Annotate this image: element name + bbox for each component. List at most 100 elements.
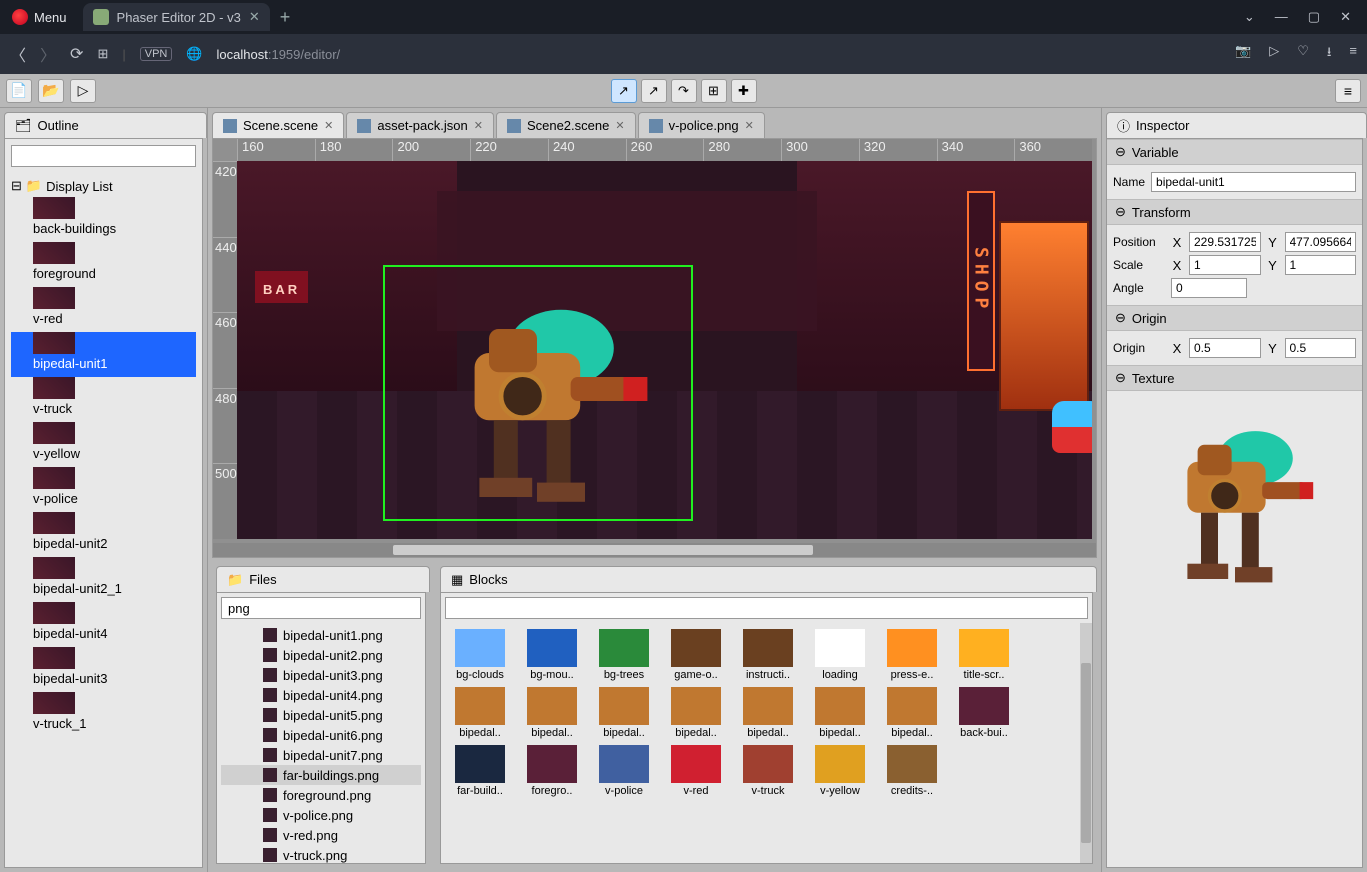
play-button[interactable]: ▷ [70,79,96,103]
heart-icon[interactable]: ♡ [1297,43,1309,65]
close-tab-icon[interactable]: ✕ [324,119,333,132]
snapshot-icon[interactable]: 📷 [1235,43,1251,65]
section-texture-head[interactable]: ⊖Texture [1107,365,1362,391]
outline-item-bipedal-unit2[interactable]: bipedal-unit2 [11,512,196,557]
tab-close-icon[interactable]: ✕ [249,9,260,25]
section-transform-head[interactable]: ⊖Transform [1107,199,1362,225]
menu-button[interactable]: ≡ [1335,79,1361,103]
block-item[interactable]: v-red [663,745,729,797]
forward-button[interactable]: 〉 [40,42,56,66]
file-row[interactable]: bipedal-unit5.png [221,705,421,725]
position-y-input[interactable] [1285,232,1357,252]
block-item[interactable]: bipedal.. [447,687,513,739]
outline-item-v-truck_1[interactable]: v-truck_1 [11,692,196,737]
reload-button[interactable]: ⟳ [70,44,83,64]
outline-item-bipedal-unit1[interactable]: bipedal-unit1 [11,332,196,377]
outline-item-bipedal-unit4[interactable]: bipedal-unit4 [11,602,196,647]
canvas-hscrollbar[interactable] [213,543,1096,557]
file-row[interactable]: v-police.png [221,805,421,825]
block-item[interactable]: v-yellow [807,745,873,797]
translate-tool-button[interactable]: ↗ [611,79,637,103]
rotate-tool-button[interactable]: ↷ [671,79,697,103]
outline-search-input[interactable] [11,145,196,167]
easy-setup-icon[interactable]: ≡ [1349,43,1357,65]
address-bar[interactable]: localhost:1959/editor/ [217,46,341,63]
file-row[interactable]: far-buildings.png [221,765,421,785]
outline-item-v-truck[interactable]: v-truck [11,377,196,422]
outline-item-v-yellow[interactable]: v-yellow [11,422,196,467]
position-x-input[interactable] [1189,232,1261,252]
resize-tool-button[interactable]: ✚ [731,79,757,103]
file-row[interactable]: bipedal-unit4.png [221,685,421,705]
bipedal-unit1-sprite[interactable] [407,281,667,521]
angle-input[interactable] [1171,278,1247,298]
blocks-vscroll[interactable] [1080,623,1092,863]
block-item[interactable]: bipedal.. [735,687,801,739]
close-tab-icon[interactable]: ✕ [615,119,624,132]
outline-tab[interactable]: 🗂 Outline [4,112,207,138]
workspace-icon[interactable]: ⌄ [1244,9,1255,25]
outline-item-bipedal-unit2_1[interactable]: bipedal-unit2_1 [11,557,196,602]
file-row[interactable]: bipedal-unit1.png [221,625,421,645]
file-row[interactable]: bipedal-unit6.png [221,725,421,745]
outline-item-v-red[interactable]: v-red [11,287,196,332]
editor-tab-asset-pack.json[interactable]: asset-pack.json✕ [346,112,494,138]
block-item[interactable]: v-police [591,745,657,797]
browser-menu-button[interactable]: Menu [0,0,79,34]
inspector-tab[interactable]: ⓘ Inspector [1106,112,1367,138]
close-tab-icon[interactable]: ✕ [474,119,483,132]
block-item[interactable]: bipedal.. [591,687,657,739]
file-row[interactable]: bipedal-unit7.png [221,745,421,765]
block-item[interactable]: bipedal.. [663,687,729,739]
block-item[interactable]: bg-clouds [447,629,513,681]
blocks-tab[interactable]: ▦ Blocks [440,566,1097,592]
files-tab[interactable]: 📁 Files [216,566,430,592]
section-variable-head[interactable]: ⊖Variable [1107,139,1362,165]
file-row[interactable]: v-red.png [221,825,421,845]
back-button[interactable]: 〈 [10,42,26,66]
new-file-button[interactable]: 📄 [6,79,32,103]
open-button[interactable]: 📂 [38,79,64,103]
block-item[interactable]: bg-mou.. [519,629,585,681]
close-tab-icon[interactable]: ✕ [745,119,754,132]
origin-tool-button[interactable]: ⊞ [701,79,727,103]
speed-dial-icon[interactable]: ⊞ [97,46,108,62]
block-item[interactable]: bipedal.. [807,687,873,739]
block-item[interactable]: game-o.. [663,629,729,681]
browser-tab[interactable]: Phaser Editor 2D - v3 ✕ [83,3,270,31]
scale-tool-button[interactable]: ↗ [641,79,667,103]
block-item[interactable]: far-build.. [447,745,513,797]
origin-y-input[interactable] [1285,338,1357,358]
block-item[interactable]: title-scr.. [951,629,1017,681]
origin-x-input[interactable] [1189,338,1261,358]
block-item[interactable]: bipedal.. [879,687,945,739]
minimize-icon[interactable]: — [1275,9,1288,25]
block-item[interactable]: press-e.. [879,629,945,681]
scene-canvas[interactable]: 160180200220240260280300320340360 420440… [212,138,1097,558]
outline-item-bipedal-unit3[interactable]: bipedal-unit3 [11,647,196,692]
block-item[interactable]: credits-.. [879,745,945,797]
block-item[interactable]: instructi.. [735,629,801,681]
block-item[interactable]: loading [807,629,873,681]
file-row[interactable]: foreground.png [221,785,421,805]
files-search-input[interactable] [221,597,421,619]
block-item[interactable]: v-truck [735,745,801,797]
display-list-root[interactable]: ⊟ 📁 Display List [11,175,196,197]
block-item[interactable]: foregro.. [519,745,585,797]
block-item[interactable]: bg-trees [591,629,657,681]
section-origin-head[interactable]: ⊖Origin [1107,305,1362,331]
file-row[interactable]: bipedal-unit2.png [221,645,421,665]
scale-x-input[interactable] [1189,255,1261,275]
scale-y-input[interactable] [1285,255,1357,275]
name-input[interactable] [1151,172,1356,192]
maximize-icon[interactable]: ▢ [1308,9,1320,25]
block-item[interactable]: back-bui.. [951,687,1017,739]
editor-tab-Scene.scene[interactable]: Scene.scene✕ [212,112,344,138]
outline-item-foreground[interactable]: foreground [11,242,196,287]
vpn-badge[interactable]: VPN [140,47,173,61]
collapse-icon[interactable]: ⊟ [11,178,22,194]
outline-item-back-buildings[interactable]: back-buildings [11,197,196,242]
file-row[interactable]: bipedal-unit3.png [221,665,421,685]
new-tab-button[interactable]: + [280,7,291,28]
blocks-search-input[interactable] [445,597,1088,619]
